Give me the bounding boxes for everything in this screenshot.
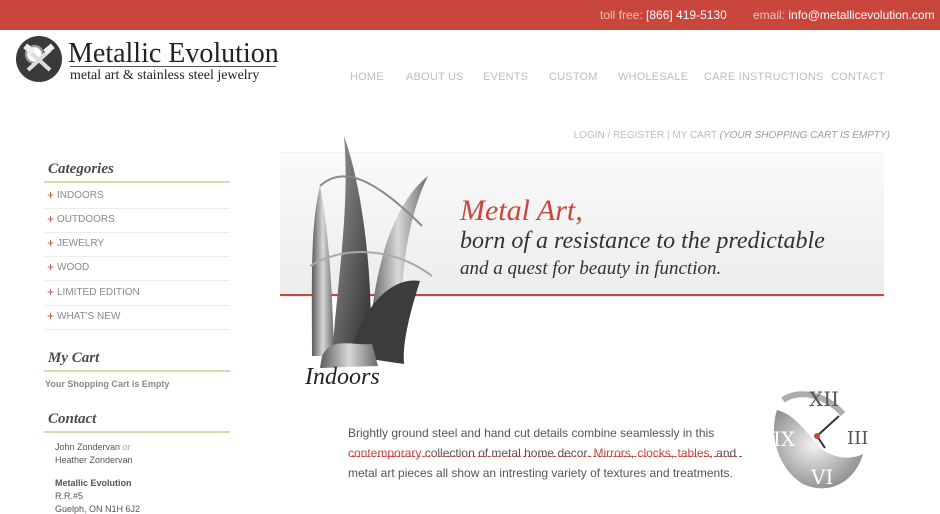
login-link[interactable]: LOGIN	[574, 130, 605, 141]
categories-heading: Categories	[48, 161, 114, 177]
plus-icon: +	[47, 260, 55, 274]
hero-subline-1: born of a resistance to the predictable	[460, 228, 825, 254]
tollfree: toll free: [866] 419-5130	[600, 8, 727, 22]
contact-heading: Contact	[48, 411, 97, 427]
plus-icon: +	[47, 285, 55, 299]
category-limited-edition[interactable]: + LIMITED EDITION	[44, 281, 230, 306]
contact-rr: R.R.#5	[55, 491, 84, 501]
section-divider	[352, 456, 742, 457]
nav-events[interactable]: EVENTS	[483, 71, 528, 83]
nav-wholesale[interactable]: WHOLESALE	[618, 71, 688, 83]
category-whats-new[interactable]: + WHAT'S NEW	[44, 305, 230, 330]
svg-text:XII: XII	[809, 387, 839, 411]
clocks-link[interactable]: clocks	[637, 446, 670, 460]
nav-about-us[interactable]: ABOUT US	[406, 71, 464, 83]
tollfree-number[interactable]: [866] 419-5130	[646, 8, 727, 22]
contact-city: Guelph, ON N1H 6J2	[55, 504, 141, 514]
top-contact-bar: toll free: [866] 419-5130 email: info@me…	[0, 0, 940, 30]
contact-name-2: Heather Zondervan	[55, 455, 133, 465]
svg-text:IX: IX	[773, 427, 796, 451]
category-outdoors[interactable]: + OUTDOORS	[44, 208, 230, 233]
svg-text:VI: VI	[810, 465, 833, 489]
cart-rule	[44, 370, 230, 372]
email: email: info@metallicevolution.com	[753, 8, 935, 22]
tools-logo-icon[interactable]	[16, 36, 62, 82]
plus-icon: +	[47, 309, 55, 323]
svg-text:III: III	[847, 428, 868, 449]
section-text-line-1: Brightly ground steel and hand cut detai…	[348, 426, 715, 440]
register-link[interactable]: REGISTER	[613, 130, 664, 141]
hero-headline: Metal Art,	[460, 194, 583, 227]
nav-home[interactable]: HOME	[350, 71, 384, 83]
plus-icon: +	[47, 188, 55, 202]
cart-status: Your Shopping Cart is Empty	[45, 379, 170, 389]
section-title: Indoors	[305, 364, 380, 390]
plus-icon: +	[47, 236, 55, 250]
categories-rule	[44, 181, 230, 183]
metal-sculpture-image	[309, 136, 433, 368]
email-link[interactable]: info@metallicevolution.com	[788, 8, 934, 22]
contemporary-link[interactable]: contemporary	[348, 446, 421, 460]
site-tagline: metal art & stainless steel jewelry	[70, 68, 260, 83]
tables-link[interactable]: tables	[677, 446, 709, 460]
nav-custom[interactable]: CUSTOM	[549, 71, 598, 83]
my-cart-link[interactable]: MY CART	[672, 130, 716, 141]
contact-name-1: John Zondervan or	[55, 442, 131, 452]
category-wood[interactable]: + WOOD	[44, 256, 230, 281]
contact-rule	[44, 431, 230, 433]
contact-company: Metallic Evolution	[55, 478, 132, 488]
plus-icon: +	[47, 212, 55, 226]
roman-clock-icon: XII III IX VI	[773, 387, 868, 489]
hero-subline-2: and a quest for beauty in function.	[460, 258, 722, 279]
category-indoors[interactable]: + INDOORS	[44, 184, 230, 209]
nav-contact[interactable]: CONTACT	[831, 71, 885, 83]
nav-care-instructions[interactable]: CARE INSTRUCTIONS	[704, 71, 824, 83]
cart-heading: My Cart	[48, 350, 100, 366]
section-text-line-3: metal art pieces all show an intresting …	[348, 466, 733, 480]
logo-divider	[70, 66, 276, 67]
category-jewelry[interactable]: + JEWELRY	[44, 232, 230, 257]
account-links: LOGIN / REGISTER | MY CART (YOUR SHOPPIN…	[573, 130, 890, 141]
mirrors-link[interactable]: Mirrors	[593, 446, 630, 460]
cart-status-note: (YOUR SHOPPING CART IS EMPTY)	[719, 130, 890, 141]
section-text-line-2: contemporary collection of metal home de…	[348, 446, 737, 460]
